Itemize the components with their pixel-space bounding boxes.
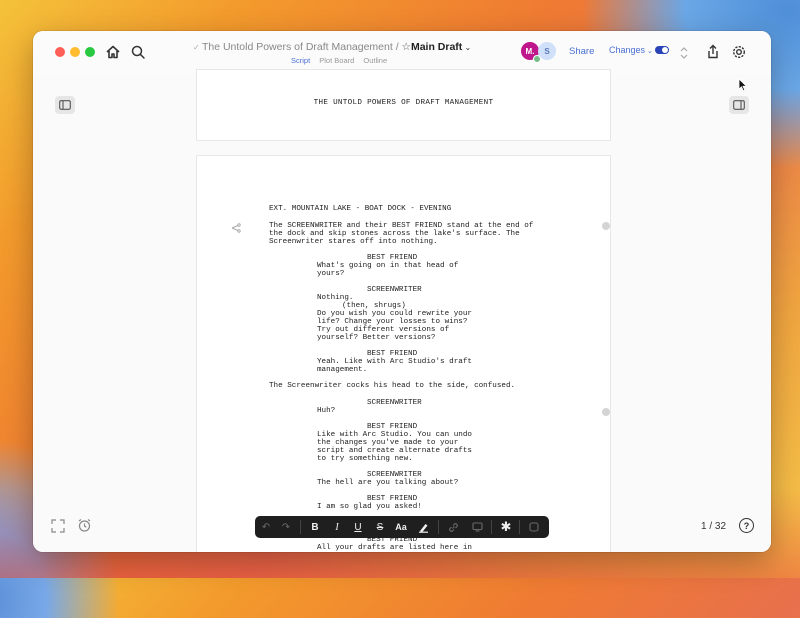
dialogue-line: I am so glad you asked! xyxy=(317,503,422,511)
screen-icon[interactable] xyxy=(468,516,486,538)
bold-button[interactable]: B xyxy=(306,516,324,538)
tab-outline[interactable]: Outline xyxy=(363,56,387,65)
app-window: ✓ The Untold Powers of Draft Management … xyxy=(33,31,771,552)
character-cue: SCREENWRITER xyxy=(367,399,422,407)
dialogue-line: The hell are you talking about? xyxy=(317,479,459,487)
toolbar-divider xyxy=(300,520,301,534)
chevron-down-icon[interactable]: ⌄ xyxy=(462,43,472,52)
changes-toggle[interactable] xyxy=(655,46,669,54)
minimize-window-button[interactable] xyxy=(70,47,80,57)
changes-label: Changes xyxy=(609,45,646,55)
redo-icon[interactable]: ↷ xyxy=(277,516,295,538)
character-cue: SCREENWRITER xyxy=(367,286,422,294)
changes-toggle-label[interactable]: Changes ⌄ xyxy=(609,45,653,55)
document-breadcrumb[interactable]: ✓ The Untold Powers of Draft Management … xyxy=(193,41,493,53)
scroll-marker[interactable] xyxy=(602,408,610,416)
toolbar-divider xyxy=(519,520,520,534)
dialogue-line: yourself? Better versions? xyxy=(317,334,436,342)
title-page[interactable]: THE UNTOLD POWERS OF DRAFT MANAGEMENT xyxy=(196,69,611,141)
dialogue-line: management. xyxy=(317,366,368,374)
tab-plot-board[interactable]: Plot Board xyxy=(319,56,354,65)
script-title: THE UNTOLD POWERS OF DRAFT MANAGEMENT xyxy=(313,99,494,107)
dialogue-line: yours? xyxy=(317,270,345,278)
scene-heading: EXT. MOUNTAIN LAKE - BOAT DOCK - EVENING xyxy=(269,205,452,213)
highlight-icon[interactable] xyxy=(414,516,432,538)
comment-icon[interactable] xyxy=(525,516,543,538)
script-page[interactable]: EXT. MOUNTAIN LAKE - BOAT DOCK - EVENING… xyxy=(196,155,611,552)
change-stepper[interactable] xyxy=(679,43,689,63)
dialogue-line: to try something new. xyxy=(317,455,413,463)
italic-button[interactable]: I xyxy=(328,516,346,538)
toolbar-divider xyxy=(491,520,492,534)
note-asterisk-button[interactable]: ✱ xyxy=(497,516,515,538)
search-icon[interactable] xyxy=(128,42,148,62)
view-tabs: Script Plot Board Outline xyxy=(291,56,394,65)
zoom-window-button[interactable] xyxy=(85,47,95,57)
saved-check-icon: ✓ xyxy=(193,43,202,52)
script-text[interactable]: EXT. MOUNTAIN LAKE - BOAT DOCK - EVENING… xyxy=(197,156,610,552)
page-indicator: 1 / 32 xyxy=(701,521,727,532)
breadcrumb-separator: / xyxy=(395,41,399,53)
action-line: The Screenwriter cocks his head to the s… xyxy=(269,382,516,390)
change-case-button[interactable]: Aa xyxy=(392,516,410,538)
help-button[interactable]: ? xyxy=(739,518,754,533)
left-sidebar-toggle-icon[interactable] xyxy=(55,96,75,114)
expand-icon[interactable] xyxy=(51,519,65,533)
right-sidebar-toggle-icon[interactable] xyxy=(729,96,749,114)
action-line: Screenwriter stares off into nothing. xyxy=(269,238,438,246)
tab-script[interactable]: Script xyxy=(291,56,310,65)
formatting-toolbar: ↶ ↷ B I U S Aa ✱ xyxy=(255,516,549,538)
online-status-dot xyxy=(533,55,541,63)
share-button[interactable]: Share xyxy=(569,46,594,57)
alarm-clock-icon[interactable] xyxy=(77,518,92,533)
undo-icon[interactable]: ↶ xyxy=(257,516,275,538)
settings-gear-icon[interactable] xyxy=(729,42,749,62)
mouse-cursor-icon xyxy=(738,78,748,92)
toolbar-divider xyxy=(438,520,439,534)
export-icon[interactable] xyxy=(703,42,723,62)
draft-selector[interactable]: Main Draft xyxy=(411,41,462,53)
chevron-down-icon: ⌄ xyxy=(645,48,653,55)
editor-area: THE UNTOLD POWERS OF DRAFT MANAGEMENT EX… xyxy=(33,69,771,552)
underline-button[interactable]: U xyxy=(349,516,367,538)
home-icon[interactable] xyxy=(103,42,123,62)
project-title[interactable]: The Untold Powers of Draft Management xyxy=(202,41,393,53)
link-icon[interactable] xyxy=(444,516,462,538)
strikethrough-button[interactable]: S xyxy=(371,516,389,538)
star-icon[interactable]: ☆ xyxy=(402,41,411,53)
dialogue-line: All your drafts are listed here in xyxy=(317,544,472,552)
share-node-icon[interactable] xyxy=(231,220,241,233)
close-window-button[interactable] xyxy=(55,47,65,57)
scroll-marker[interactable] xyxy=(602,222,610,230)
dialogue-line: Huh? xyxy=(317,407,336,415)
